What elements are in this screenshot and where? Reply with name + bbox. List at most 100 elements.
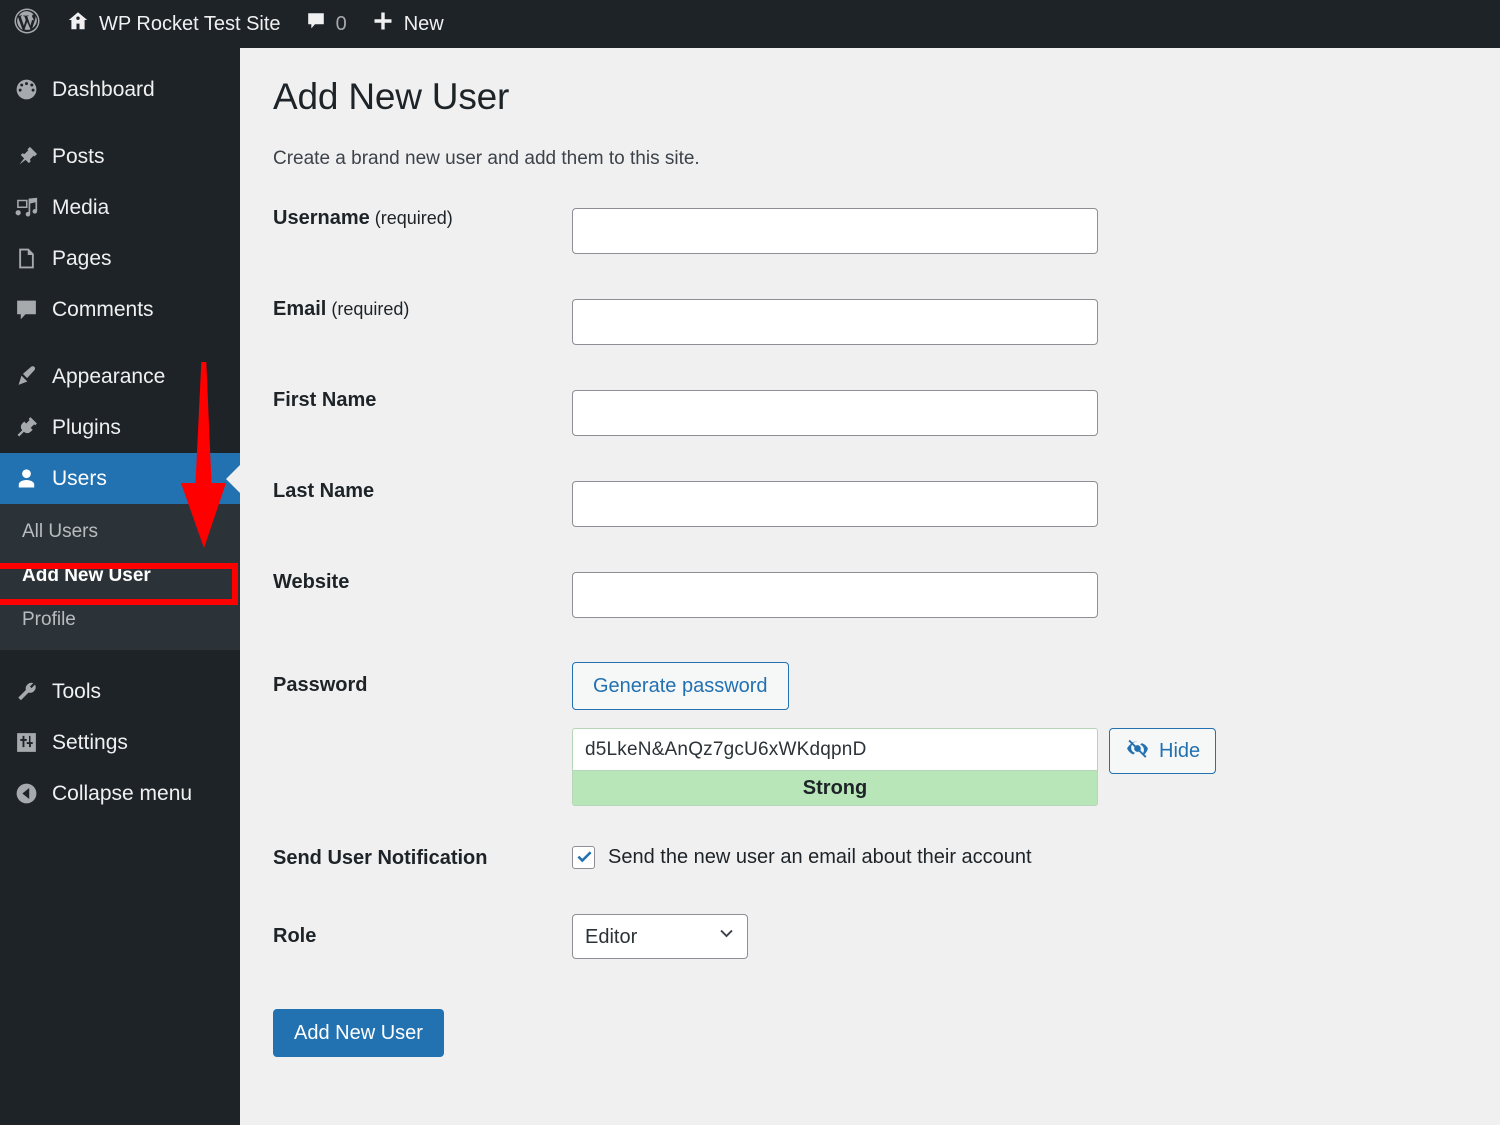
password-control: Generate password Strong bbox=[572, 662, 1500, 806]
paintbrush-icon bbox=[12, 363, 40, 391]
username-control bbox=[572, 208, 1500, 254]
last-name-control bbox=[572, 481, 1500, 527]
main-content: Add New User Create a brand new user and… bbox=[240, 48, 1500, 1125]
home-icon bbox=[66, 9, 90, 39]
wrench-icon bbox=[12, 678, 40, 706]
admin-sidebar: Dashboard Posts Media Pages Comments App… bbox=[0, 48, 240, 1125]
sidebar-item-label: Comments bbox=[52, 297, 154, 321]
submenu-item-add-new-user[interactable]: Add New User bbox=[0, 554, 240, 598]
last-name-input[interactable] bbox=[572, 481, 1098, 527]
username-input[interactable] bbox=[572, 208, 1098, 254]
comments-count: 0 bbox=[335, 12, 347, 35]
sidebar-item-label: Dashboard bbox=[52, 77, 155, 101]
sidebar-item-label: Settings bbox=[52, 730, 128, 754]
sidebar-item-settings[interactable]: Settings bbox=[0, 717, 240, 768]
submenu-item-profile[interactable]: Profile bbox=[0, 598, 240, 642]
submenu-item-label: All Users bbox=[22, 521, 99, 542]
add-new-user-submit-button[interactable]: Add New User bbox=[273, 1009, 444, 1057]
website-control bbox=[572, 572, 1500, 618]
sidebar-item-label: Appearance bbox=[52, 364, 166, 388]
sidebar-item-label: Tools bbox=[52, 679, 102, 703]
sidebar-item-label: Users bbox=[52, 466, 107, 490]
password-input[interactable] bbox=[572, 728, 1098, 771]
password-field-row: Strong Hide bbox=[572, 728, 1500, 806]
form-row-role: Role Editor bbox=[240, 914, 1500, 959]
hide-password-label: Hide bbox=[1159, 739, 1201, 762]
plug-icon bbox=[12, 414, 40, 442]
sidebar-item-tools[interactable]: Tools bbox=[0, 666, 240, 717]
sidebar-item-media[interactable]: Media bbox=[0, 182, 240, 233]
checkmark-icon bbox=[577, 851, 592, 863]
page-title: Add New User bbox=[273, 76, 510, 117]
settings-sliders-icon bbox=[12, 729, 40, 757]
website-input[interactable] bbox=[572, 572, 1098, 618]
plus-icon bbox=[371, 9, 395, 39]
page-description: Create a brand new user and add them to … bbox=[273, 148, 700, 169]
dashboard-icon bbox=[12, 76, 40, 104]
form-row-submit: Add New User bbox=[240, 1009, 1500, 1057]
new-content-label: New bbox=[403, 12, 444, 35]
comments-menu[interactable]: 0 bbox=[293, 0, 359, 48]
first-name-input[interactable] bbox=[572, 390, 1098, 436]
role-control: Editor bbox=[572, 914, 1500, 959]
wordpress-logo-icon bbox=[12, 6, 42, 42]
form-row-password: Password Generate password Strong bbox=[240, 662, 1500, 806]
form-row-send-notification: Send User Notification Send the new user… bbox=[240, 846, 1500, 869]
generate-password-button[interactable]: Generate password bbox=[572, 662, 789, 710]
email-input[interactable] bbox=[572, 299, 1098, 345]
menu-spacer-1 bbox=[0, 115, 240, 131]
form-row-website: Website bbox=[240, 572, 1500, 618]
submenu-item-label: Profile bbox=[22, 609, 76, 630]
role-select-wrapper: Editor bbox=[572, 914, 748, 959]
submenu-item-label: Add New User bbox=[22, 565, 151, 586]
send-user-notification-label: Send User Notification bbox=[273, 847, 488, 869]
send-notification-checkbox[interactable] bbox=[572, 846, 595, 869]
password-stack: Strong bbox=[572, 728, 1098, 806]
form-row-first-name: First Name bbox=[240, 390, 1500, 436]
wordpress-logo-menu[interactable] bbox=[0, 0, 54, 48]
website-label: Website bbox=[273, 571, 350, 593]
sidebar-item-appearance[interactable]: Appearance bbox=[0, 351, 240, 402]
submenu-item-all-users[interactable]: All Users bbox=[0, 510, 240, 554]
sidebar-item-collapse-menu[interactable]: Collapse menu bbox=[0, 768, 240, 819]
sidebar-item-label: Collapse menu bbox=[52, 781, 193, 805]
collapse-arrow-icon bbox=[12, 780, 40, 808]
comment-bubble-icon bbox=[12, 296, 40, 324]
send-notification-checkbox-row[interactable]: Send the new user an email about their a… bbox=[572, 846, 1500, 869]
comment-bubble-icon bbox=[305, 10, 327, 38]
email-control bbox=[572, 299, 1500, 345]
sidebar-item-posts[interactable]: Posts bbox=[0, 131, 240, 182]
pages-icon bbox=[12, 245, 40, 273]
sidebar-item-label: Pages bbox=[52, 246, 112, 270]
add-new-user-form: Username (required) Email (required) Fir… bbox=[240, 208, 1500, 1057]
form-row-email: Email (required) bbox=[240, 299, 1500, 345]
form-row-username: Username (required) bbox=[240, 208, 1500, 254]
sidebar-item-users[interactable]: Users bbox=[0, 453, 240, 504]
sidebar-item-label: Media bbox=[52, 195, 110, 219]
site-name-label: WP Rocket Test Site bbox=[99, 12, 281, 35]
sidebar-item-comments[interactable]: Comments bbox=[0, 284, 240, 335]
admin-bar: WP Rocket Test Site 0 New bbox=[0, 0, 1500, 48]
menu-spacer-2 bbox=[0, 335, 240, 351]
email-label: Email (required) bbox=[273, 298, 410, 320]
sidebar-item-label: Posts bbox=[52, 144, 105, 168]
menu-spacer-top bbox=[0, 48, 240, 64]
pin-icon bbox=[12, 143, 40, 171]
form-row-last-name: Last Name bbox=[240, 481, 1500, 527]
eye-slash-icon bbox=[1125, 736, 1150, 767]
hide-password-button[interactable]: Hide bbox=[1109, 728, 1217, 774]
site-name-menu[interactable]: WP Rocket Test Site bbox=[54, 0, 293, 48]
sidebar-item-plugins[interactable]: Plugins bbox=[0, 402, 240, 453]
new-content-menu[interactable]: New bbox=[359, 0, 456, 48]
last-name-label: Last Name bbox=[273, 480, 375, 502]
first-name-label: First Name bbox=[273, 389, 377, 411]
sidebar-item-dashboard[interactable]: Dashboard bbox=[0, 64, 240, 115]
password-label: Password bbox=[273, 674, 368, 696]
send-notification-checkbox-label: Send the new user an email about their a… bbox=[608, 846, 1032, 868]
user-icon bbox=[12, 465, 40, 493]
role-select[interactable]: Editor bbox=[572, 914, 748, 959]
first-name-control bbox=[572, 390, 1500, 436]
role-label: Role bbox=[273, 925, 317, 947]
users-submenu: All Users Add New User Profile bbox=[0, 504, 240, 650]
sidebar-item-pages[interactable]: Pages bbox=[0, 233, 240, 284]
